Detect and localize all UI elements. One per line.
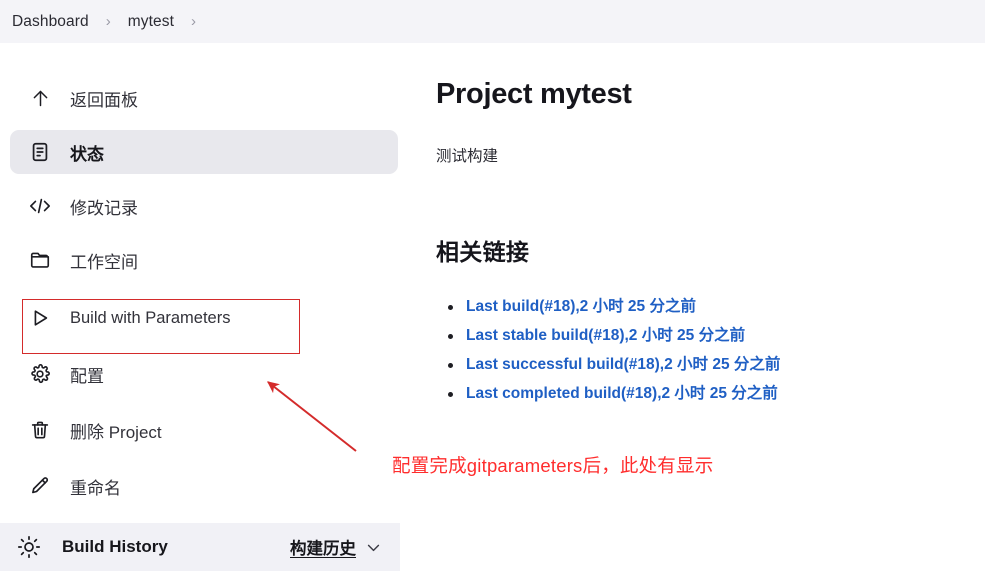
breadcrumb-separator-icon: › bbox=[105, 13, 111, 30]
sidebar-item-label: 状态 bbox=[70, 144, 104, 164]
related-links-heading: 相关链接 bbox=[436, 238, 530, 265]
pencil-icon bbox=[26, 472, 54, 500]
sidebar-item-build-with-parameters[interactable]: Build with Parameters bbox=[10, 296, 398, 340]
sidebar-item-workspace[interactable]: 工作空间 bbox=[10, 238, 398, 282]
jenkins-project-page: Dashboard › mytest › 返回面板 状态 修改记录 工作空间 B… bbox=[0, 0, 985, 571]
play-icon bbox=[26, 304, 54, 332]
sidebar-item-label: 配置 bbox=[70, 366, 104, 386]
annotation-note-text: 配置完成gitparameters后，此处有显示 bbox=[392, 455, 714, 476]
list-item: Last build(#18),2 小时 25 分之前 bbox=[448, 297, 976, 317]
trash-icon bbox=[26, 416, 54, 444]
sidebar-item-back-to-dashboard[interactable]: 返回面板 bbox=[10, 76, 398, 120]
link-last-build[interactable]: Last build(#18),2 小时 25 分之前 bbox=[466, 298, 696, 315]
sidebar: 返回面板 状态 修改记录 工作空间 Build with Parameters … bbox=[0, 60, 410, 513]
sidebar-item-configure[interactable]: 配置 bbox=[10, 352, 398, 396]
sidebar-item-label: 返回面板 bbox=[70, 90, 138, 110]
sidebar-item-delete-project[interactable]: 删除 Project bbox=[10, 408, 398, 452]
chevron-down-icon[interactable] bbox=[365, 539, 382, 556]
build-history-title: Build History bbox=[62, 537, 168, 556]
sidebar-item-status[interactable]: 状态 bbox=[10, 130, 398, 174]
build-history-link[interactable]: 构建历史 bbox=[290, 535, 356, 559]
sidebar-item-label: 重命名 bbox=[70, 478, 121, 498]
list-item: Last stable build(#18),2 小时 25 分之前 bbox=[448, 326, 976, 346]
build-history-actions: 构建历史 bbox=[290, 535, 382, 559]
link-last-successful-build[interactable]: Last successful build(#18),2 小时 25 分之前 bbox=[466, 356, 780, 373]
sidebar-item-rename[interactable]: 重命名 bbox=[10, 464, 398, 508]
gear-icon bbox=[26, 360, 54, 388]
project-description: 测试构建 bbox=[436, 147, 499, 165]
weather-sun-icon bbox=[14, 532, 44, 562]
link-last-stable-build[interactable]: Last stable build(#18),2 小时 25 分之前 bbox=[466, 327, 745, 344]
arrow-up-icon bbox=[26, 84, 54, 112]
related-links-list: Last build(#18),2 小时 25 分之前 Last stable … bbox=[436, 297, 976, 404]
sidebar-item-label: Build with Parameters bbox=[70, 308, 231, 327]
folder-icon bbox=[26, 246, 54, 274]
breadcrumb-item-mytest[interactable]: mytest bbox=[128, 13, 174, 31]
page-title: Project mytest bbox=[436, 78, 632, 110]
build-history-bar[interactable]: Build History 构建历史 bbox=[0, 523, 400, 571]
main-content: Project mytest 测试构建 相关链接 Last build(#18)… bbox=[436, 60, 976, 413]
document-icon bbox=[26, 138, 54, 166]
code-icon bbox=[26, 192, 54, 220]
list-item: Last completed build(#18),2 小时 25 分之前 bbox=[448, 384, 976, 404]
link-last-completed-build[interactable]: Last completed build(#18),2 小时 25 分之前 bbox=[466, 385, 778, 402]
sidebar-item-label: 删除 Project bbox=[70, 422, 162, 442]
list-item: Last successful build(#18),2 小时 25 分之前 bbox=[448, 355, 976, 375]
sidebar-item-label: 修改记录 bbox=[70, 198, 138, 218]
sidebar-item-label: 工作空间 bbox=[70, 252, 138, 272]
sidebar-item-changes[interactable]: 修改记录 bbox=[10, 184, 398, 228]
breadcrumb-item-dashboard[interactable]: Dashboard bbox=[12, 13, 89, 31]
breadcrumb-separator-icon: › bbox=[190, 13, 196, 30]
breadcrumb: Dashboard › mytest › bbox=[0, 0, 985, 43]
